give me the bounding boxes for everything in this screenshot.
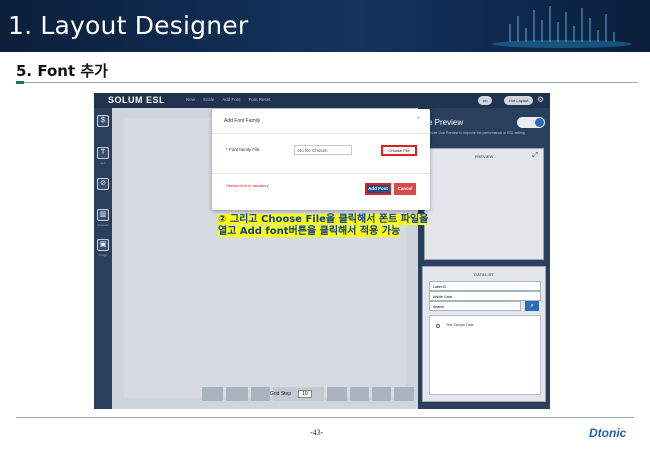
menu-new[interactable]: New — [186, 97, 195, 102]
no-image-icon[interactable]: ⊘ — [97, 178, 109, 190]
slide-title: 1. Layout Designer — [8, 11, 249, 40]
menu-scale[interactable]: Scale — [203, 97, 214, 102]
add-font-dialog: Add Font Family × * Font family File No … — [212, 109, 430, 210]
gear-icon[interactable]: ⚙ — [537, 95, 544, 104]
expand-icon[interactable]: ⤢ — [532, 152, 538, 160]
annotation-line-1: ② 그리고 Choose File을 클릭해서 폰트 파일을 — [218, 214, 429, 225]
grid-step-input[interactable]: 10 — [298, 390, 312, 398]
file-name-field[interactable]: No file Chosen — [294, 145, 352, 155]
choose-file-button[interactable]: Choose File — [381, 145, 417, 156]
toolbar-button[interactable] — [327, 387, 347, 401]
toolbar-button[interactable] — [202, 387, 224, 401]
data-select-label[interactable]: Label ID — [429, 281, 541, 291]
decorative-lights-graphic — [492, 6, 632, 48]
sidebar-label-image: image — [98, 253, 108, 257]
dialog-divider — [212, 133, 430, 134]
toolbar-button[interactable] — [349, 387, 369, 401]
data-list-panel: DATA LIST Label ID Article Code Search ⌕… — [422, 266, 546, 402]
sidebar-label-text: text — [100, 161, 106, 165]
dialog-divider — [212, 173, 430, 174]
section-accent — [16, 81, 24, 84]
preview-header: PREVIEW — [474, 154, 494, 159]
cancel-button[interactable]: Cancel — [394, 183, 416, 195]
live-preview-note: we render Live Preview to improve the pe… — [422, 131, 525, 135]
tool-sidebar: $ T text ⊘ ▥ barcode ▣ image — [94, 108, 112, 409]
language-pill[interactable]: en — [478, 96, 493, 105]
image-icon[interactable]: ▣ — [97, 239, 109, 251]
dollar-icon[interactable]: $ — [97, 115, 109, 127]
title-banner: 1. Layout Designer — [0, 0, 650, 52]
barcode-icon[interactable]: ▥ — [97, 209, 109, 221]
radio-icon[interactable] — [436, 324, 440, 328]
layout-pill[interactable]: Hot Layout — [504, 96, 534, 105]
toolbar-button[interactable] — [250, 387, 271, 401]
data-search-input[interactable]: Search — [429, 301, 521, 311]
brand-logo: Dtonic — [589, 426, 627, 440]
app-logo: SOLUM ESL — [108, 95, 166, 105]
mandatory-note: *Marked field is mandatory — [226, 184, 269, 188]
data-list-header: DATA LIST — [474, 272, 494, 277]
page-number: -43- — [310, 428, 324, 437]
data-select-article[interactable]: Article Code — [429, 291, 541, 301]
annotation-line-2: 열고 Add font버튼을 클릭해서 적용 가능 — [218, 226, 401, 237]
add-font-button[interactable]: Add Font — [365, 183, 391, 195]
app-topbar: SOLUM ESL New Scale Add Font Font Reset … — [94, 93, 550, 108]
slide: 1. Layout Designer 5. Font 추가 SOLUM ESL … — [0, 0, 650, 450]
menu-add-font[interactable]: Add Font — [222, 97, 240, 102]
font-file-label: * Font family File — [226, 147, 260, 152]
app-menu: New Scale Add Font Font Reset — [186, 97, 271, 102]
live-preview-toggle[interactable] — [517, 117, 545, 128]
section-divider — [16, 82, 638, 83]
toolbar-button[interactable] — [394, 387, 414, 401]
annotation-callout: ② 그리고 Choose File을 클릭해서 폰트 파일을 열고 Add fo… — [218, 214, 464, 238]
text-tool-icon[interactable]: T — [97, 147, 109, 159]
footer-divider — [16, 417, 634, 418]
sidebar-label-barcode: barcode — [97, 223, 109, 227]
menu-font-reset[interactable]: Font Reset — [249, 97, 271, 102]
toolbar-button[interactable] — [372, 387, 392, 401]
preview-panel: PREVIEW ⤢ — [424, 148, 544, 260]
toolbar-button[interactable] — [226, 387, 248, 401]
sample-data-item[interactable]: Test Sample Data — [446, 323, 474, 327]
dialog-title: Add Font Family — [224, 118, 261, 124]
right-panel: ve Preview we render Live Preview to imp… — [418, 108, 550, 409]
grid-step-label: Grid Step — [270, 391, 292, 397]
close-icon[interactable]: × — [416, 116, 420, 122]
search-icon[interactable]: ⌕ — [525, 301, 539, 311]
section-title: 5. Font 추가 — [16, 62, 108, 80]
data-list-box: Test Sample Data — [429, 315, 541, 395]
